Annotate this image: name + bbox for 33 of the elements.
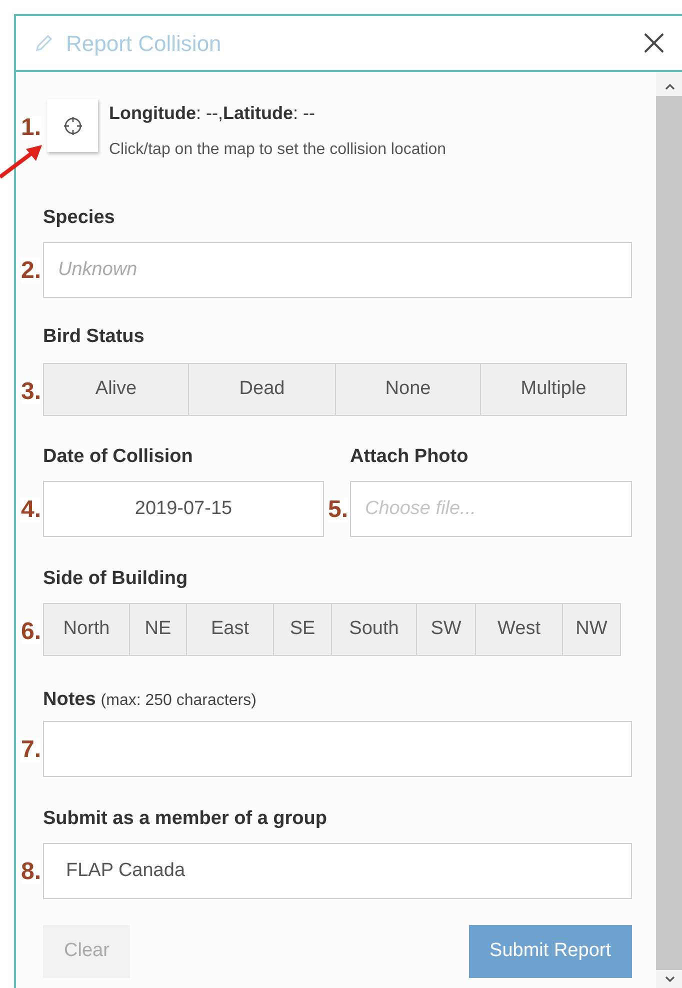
group-field[interactable]: FLAP Canada [43, 843, 632, 899]
segment-button[interactable]: NW [563, 603, 621, 656]
field-label: Species [43, 206, 116, 230]
field-label: Attach Photo [350, 445, 470, 469]
scroll-down-icon[interactable] [664, 974, 676, 984]
segment-button[interactable]: East [187, 603, 274, 656]
segment-button[interactable]: SW [417, 603, 476, 656]
species-field[interactable]: Unknown [43, 242, 632, 298]
file-field[interactable]: Choose file... [350, 481, 632, 537]
locate-button[interactable] [47, 99, 98, 152]
segment-button[interactable]: Alive [43, 363, 189, 416]
field-label: Notes [43, 688, 96, 712]
segment-button[interactable]: Multiple [481, 363, 627, 416]
field-label: Side of Building [43, 567, 189, 591]
coordinates-text: Longitude: --,Latitude: -- [109, 102, 316, 125]
segment-button[interactable]: SE [274, 603, 332, 656]
field-label: Bird Status [43, 325, 146, 349]
segment-button[interactable]: Dead [189, 363, 336, 416]
crosshair-icon [62, 116, 82, 136]
segment-button[interactable]: West [476, 603, 563, 656]
hint-text: Click/tap on the map to set the collision location [109, 140, 446, 160]
arrow-icon [0, 143, 44, 179]
field-label: Submit as a member of a group [43, 807, 328, 831]
field-label: Date of Collision [43, 445, 194, 469]
scroll-up-icon[interactable] [664, 82, 676, 92]
segment-button[interactable]: None [336, 363, 481, 416]
segment-button[interactable]: NE [130, 603, 187, 656]
window-title: Report Collision [66, 30, 222, 58]
pencil-icon [34, 33, 54, 53]
hint-text: (max: 250 characters) [100, 691, 256, 711]
segment-button[interactable]: South [332, 603, 417, 656]
segment-button[interactable]: North [43, 603, 130, 656]
date-field[interactable]: 2019-07-15 [43, 481, 324, 537]
